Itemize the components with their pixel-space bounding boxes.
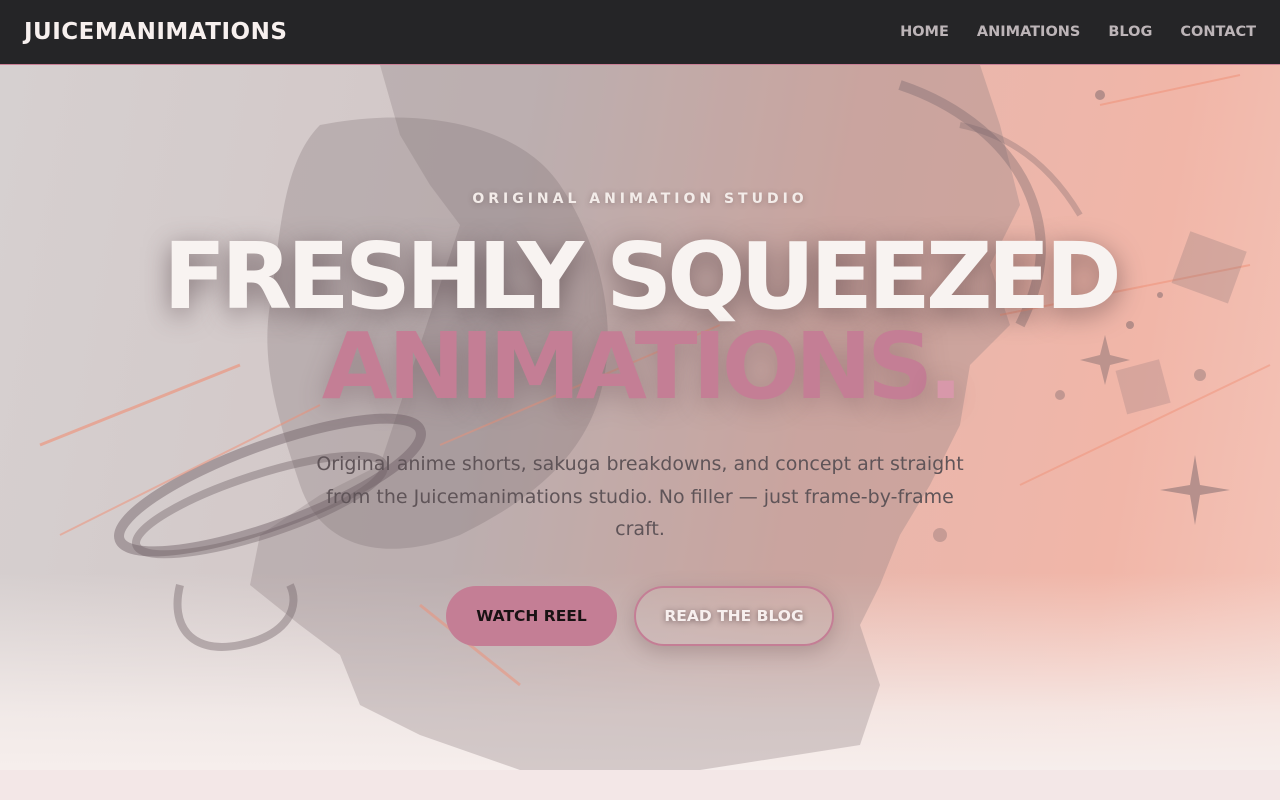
hero-headline-line1: FRESHLY SQUEEZED bbox=[163, 223, 1122, 330]
watch-reel-button[interactable]: WATCH REEL bbox=[446, 586, 617, 646]
hero-headline-dot: . bbox=[928, 313, 963, 420]
nav-link-animations[interactable]: ANIMATIONS bbox=[977, 24, 1080, 40]
nav-link-blog[interactable]: BLOG bbox=[1108, 24, 1152, 40]
top-navbar: JUICEMANIMATIONS HOME ANIMATIONS BLOG CO… bbox=[0, 0, 1280, 65]
next-section-edge bbox=[0, 770, 1280, 800]
hero-eyebrow: ORIGINAL ANIMATION STUDIO bbox=[472, 191, 808, 207]
hero-cta-group: WATCH REEL READ THE BLOG bbox=[0, 586, 1280, 646]
hero-section: ORIGINAL ANIMATION STUDIO FRESHLY SQUEEZ… bbox=[0, 65, 1280, 770]
nav-link-contact[interactable]: CONTACT bbox=[1180, 24, 1256, 40]
hero-headline-line2: ANIMATIONS. bbox=[0, 317, 1280, 417]
main-nav: HOME ANIMATIONS BLOG CONTACT bbox=[900, 24, 1256, 40]
hero-description: Original anime shorts, sakuga breakdowns… bbox=[316, 453, 964, 540]
read-blog-button[interactable]: READ THE BLOG bbox=[634, 586, 834, 646]
hero-content: ORIGINAL ANIMATION STUDIO FRESHLY SQUEEZ… bbox=[0, 65, 1280, 770]
hero-headline-word: ANIMATIONS bbox=[321, 313, 933, 420]
brand-logo[interactable]: JUICEMANIMATIONS bbox=[24, 19, 287, 45]
nav-link-home[interactable]: HOME bbox=[900, 24, 949, 40]
